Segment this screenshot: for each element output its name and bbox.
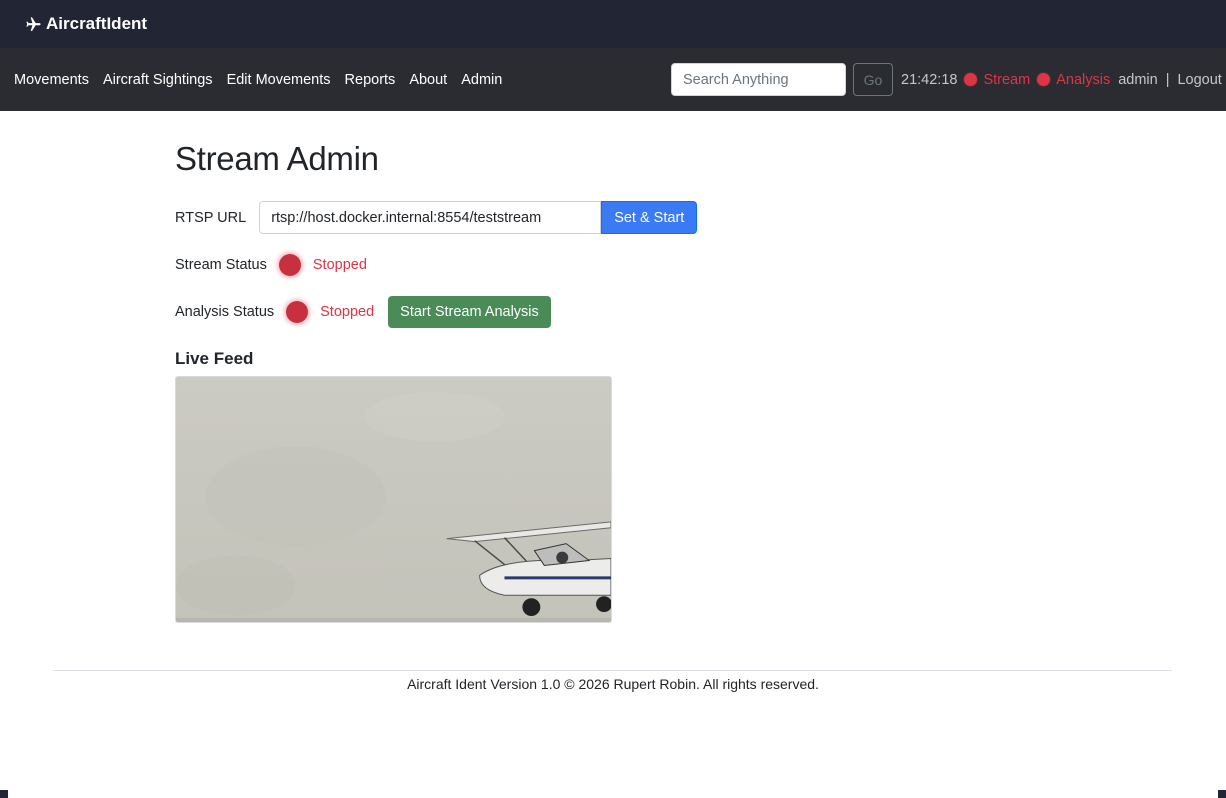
logout-link[interactable]: Logout bbox=[1177, 72, 1221, 88]
analysis-status-dot-icon bbox=[1037, 73, 1051, 86]
search-input[interactable] bbox=[671, 63, 846, 96]
analysis-status-value: Stopped bbox=[320, 304, 375, 320]
rtsp-url-input[interactable] bbox=[259, 201, 602, 234]
analysis-indicator-label: Analysis bbox=[1056, 71, 1111, 88]
nav-links: Movements Aircraft Sightings Edit Moveme… bbox=[0, 72, 502, 88]
stream-status-value: Stopped bbox=[312, 257, 367, 273]
stream-status-row: Stream Status Stopped bbox=[175, 253, 367, 277]
clock: 21:42:18 bbox=[901, 71, 958, 88]
nav-link-about[interactable]: About bbox=[409, 72, 447, 88]
brand[interactable]: AircraftIdent bbox=[25, 14, 147, 34]
nav-link-reports[interactable]: Reports bbox=[345, 72, 396, 88]
brand-name: AircraftIdent bbox=[46, 14, 148, 33]
username: admin bbox=[1118, 71, 1158, 88]
navbar: Movements Aircraft Sightings Edit Moveme… bbox=[0, 48, 1226, 111]
nav-link-movements[interactable]: Movements bbox=[14, 72, 89, 88]
stream-status-indicator-icon bbox=[278, 254, 301, 276]
stream-status-label: Stream Status bbox=[175, 257, 267, 273]
stream-indicator-label: Stream bbox=[983, 71, 1031, 88]
nav-separator: | bbox=[1165, 71, 1170, 88]
nav-link-admin[interactable]: Admin bbox=[461, 72, 502, 88]
footer-text: Aircraft Ident Version 1.0 © 2026 Rupert… bbox=[407, 676, 819, 692]
rtsp-label: RTSP URL bbox=[175, 209, 247, 226]
top-bar: AircraftIdent bbox=[0, 0, 1226, 48]
rtsp-row: RTSP URL Set & Start bbox=[175, 201, 698, 234]
footer-divider bbox=[53, 670, 1172, 671]
stream-status-dot-icon bbox=[964, 73, 978, 86]
nav-link-aircraft-sightings[interactable]: Aircraft Sightings bbox=[103, 72, 213, 88]
nav-link-edit-movements[interactable]: Edit Movements bbox=[227, 72, 331, 88]
go-button[interactable]: Go bbox=[853, 63, 893, 96]
window-corner-right bbox=[1218, 790, 1226, 798]
analysis-status-indicator-icon bbox=[286, 301, 309, 323]
page-title: Stream Admin bbox=[175, 140, 379, 177]
live-feed-image bbox=[175, 376, 612, 623]
set-start-button[interactable]: Set & Start bbox=[601, 201, 698, 234]
airplane-icon bbox=[26, 16, 41, 31]
main-content: Stream Admin bbox=[175, 140, 379, 178]
analysis-status-row: Analysis Status Stopped Start Stream Ana… bbox=[175, 296, 551, 328]
analysis-status-label: Analysis Status bbox=[175, 304, 275, 320]
nav-right: Go 21:42:18 Stream Analysis admin | Logo… bbox=[671, 63, 1222, 96]
live-feed-heading: Live Feed bbox=[175, 349, 254, 368]
window-corner-left bbox=[0, 790, 8, 798]
start-stream-analysis-button[interactable]: Start Stream Analysis bbox=[388, 296, 551, 328]
